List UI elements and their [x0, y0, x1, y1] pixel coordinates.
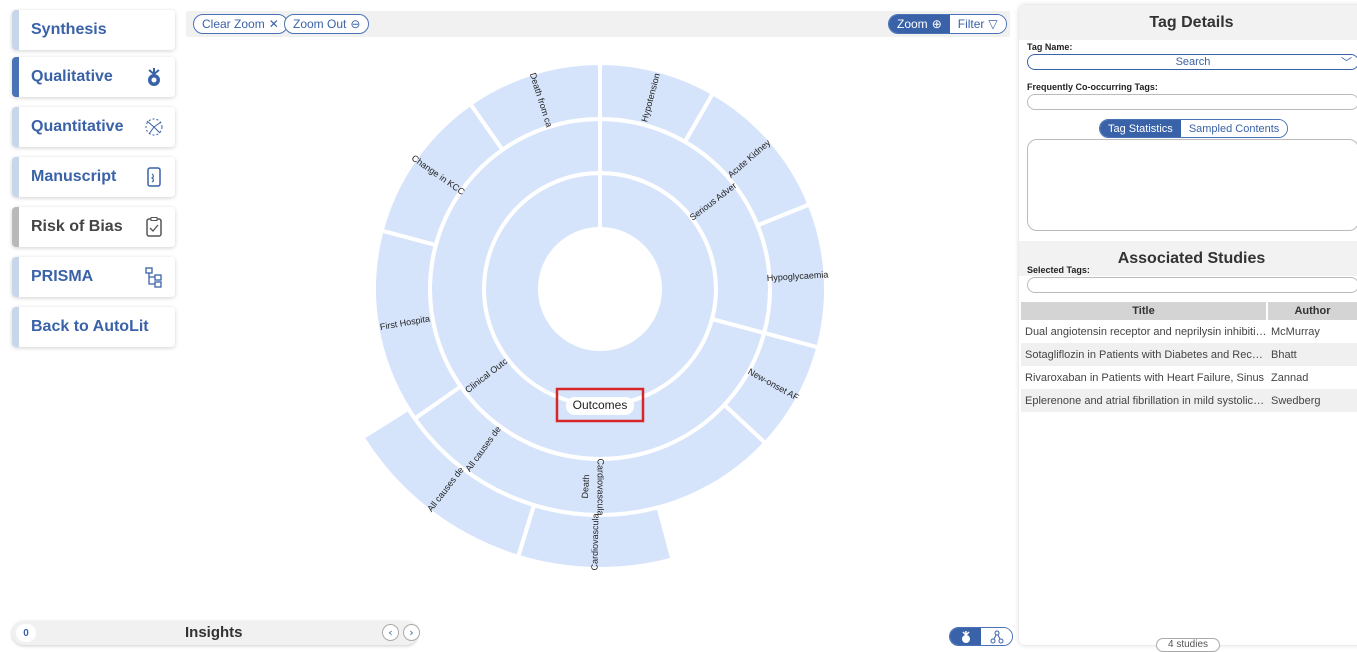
nav-indicator: [12, 57, 19, 97]
sunburst-view-icon: [961, 630, 970, 643]
nav-indicator: [12, 107, 19, 147]
clear-zoom-label: Clear Zoom: [202, 17, 265, 31]
study-author: Swedberg: [1267, 389, 1357, 412]
zoom-filter-toggle: Zoom ⊕ Filter ▽: [888, 14, 1007, 34]
selected-tags-field: [1027, 277, 1357, 293]
nav-label: Quantitative: [31, 118, 124, 135]
nav-indicator: [12, 257, 19, 297]
study-author: McMurray: [1271, 325, 1320, 338]
tag-name-label: Tag Name:: [1027, 42, 1073, 52]
studies-table: Title Author Dual angiotensin receptor a…: [1021, 302, 1357, 412]
study-title: Eplerenone and atrial fibrillation in mi…: [1021, 389, 1267, 412]
study-author: Zannad: [1271, 371, 1309, 384]
sunburst-chart: Serious AdverClinical OutcHypotensionAcu…: [359, 60, 829, 571]
filter-icon: ▽: [988, 17, 998, 31]
study-title: Rivaroxaban in Patients with Heart Failu…: [1025, 371, 1265, 384]
flow-diagram-icon: [143, 266, 165, 288]
close-icon: ✕: [268, 17, 279, 31]
search-placeholder: Search: [1175, 56, 1211, 68]
study-title: Sotagliflozin in Patients with Diabetes …: [1021, 343, 1267, 366]
nav-label: Qualitative: [31, 68, 113, 85]
nav-manuscript[interactable]: Manuscript: [12, 157, 175, 197]
sunburst-segment-label: Cardiovascula: [596, 458, 606, 515]
network-view-button[interactable]: [981, 628, 1012, 645]
nav-label: Synthesis: [31, 21, 107, 38]
zoom-out-button[interactable]: Zoom Out ⊖: [284, 14, 370, 34]
study-author: Bhatt: [1267, 343, 1357, 366]
sunburst-segment-label: Cardiovascula: [589, 513, 600, 570]
chevron-down-icon: ﹀: [1341, 57, 1352, 69]
insights-count: 0: [16, 624, 36, 642]
table-row[interactable]: Eplerenone and atrial fibrillation in mi…: [1021, 389, 1357, 412]
nav-label: Back to AutoLit: [31, 318, 149, 335]
network-view-icon: [990, 630, 1003, 643]
study-title: Dual angiotensin receptor and neprilysin…: [1025, 325, 1267, 338]
nav-synthesis[interactable]: Synthesis: [12, 10, 175, 50]
nav-indicator: [12, 207, 19, 247]
previous-icon[interactable]: ‹: [382, 624, 399, 641]
document-icon: [143, 166, 165, 188]
insights-bar[interactable]: 0 Insights ‹ ›: [12, 621, 420, 645]
nav-quantitative[interactable]: Quantitative: [12, 107, 175, 147]
column-header-title[interactable]: Title: [1021, 302, 1267, 320]
zoom-out-label: Zoom Out: [293, 17, 347, 31]
nav-prisma[interactable]: PRISMA: [12, 257, 175, 297]
selected-tags-label: Selected Tags:: [1027, 265, 1090, 275]
tab-tag-statistics[interactable]: Tag Statistics: [1100, 120, 1181, 137]
next-icon[interactable]: ›: [403, 624, 420, 641]
nav-label: Manuscript: [31, 168, 117, 185]
nav-qualitative[interactable]: Qualitative: [12, 57, 175, 97]
nav-indicator: [12, 157, 19, 197]
tag-statistics-box: [1027, 139, 1357, 231]
table-row[interactable]: Rivaroxaban in Patients with Heart Failu…: [1021, 366, 1357, 389]
filter-toggle[interactable]: Filter ▽: [949, 15, 1006, 33]
table-header-row: Title Author: [1021, 302, 1357, 320]
nav-indicator: [12, 10, 19, 50]
filter-label: Filter: [957, 17, 985, 31]
zoom-out-icon: ⊖: [350, 17, 361, 31]
qualitative-chart-icon: [143, 66, 165, 88]
center-label[interactable]: Outcomes: [573, 398, 628, 412]
insights-nav: ‹ ›: [382, 624, 420, 641]
nav-risk-of-bias[interactable]: Risk of Bias: [12, 207, 175, 247]
tab-sampled-contents[interactable]: Sampled Contents: [1180, 120, 1288, 137]
clear-zoom-button[interactable]: Clear Zoom ✕: [193, 14, 288, 34]
cooccurring-tags-field: [1027, 94, 1357, 110]
chart-toolbar: Clear Zoom ✕ Zoom Out ⊖ Zoom ⊕ Filter ▽: [186, 11, 1010, 37]
study-count-badge: 4 studies: [1156, 638, 1220, 652]
cooccurring-label: Frequently Co-occurring Tags:: [1027, 82, 1158, 92]
nav-label: PRISMA: [31, 268, 94, 285]
nav-label: Risk of Bias: [31, 218, 123, 235]
clipboard-check-icon: [143, 216, 165, 238]
zoom-toggle[interactable]: Zoom ⊕: [889, 15, 950, 33]
zoom-in-icon: ⊕: [931, 17, 942, 31]
view-toggle: [949, 627, 1013, 646]
column-header-author[interactable]: Author: [1266, 302, 1357, 320]
insights-title: Insights: [185, 624, 243, 641]
table-row[interactable]: Sotagliflozin in Patients with Diabetes …: [1021, 343, 1357, 366]
table-row[interactable]: Dual angiotensin receptor and neprilysin…: [1021, 320, 1357, 343]
quantitative-burst-icon: [143, 116, 165, 138]
sunburst-view-button[interactable]: [950, 628, 981, 645]
nav-back-to-autolit[interactable]: Back to AutoLit: [12, 307, 175, 347]
sunburst-segment-label: Death: [580, 474, 592, 499]
stats-tabs: Tag Statistics Sampled Contents: [1099, 119, 1289, 138]
tag-details-title: Tag Details: [1019, 5, 1357, 40]
tag-search-select[interactable]: Search ﹀: [1027, 54, 1357, 70]
nav-indicator: [12, 307, 19, 347]
zoom-label: Zoom: [897, 17, 928, 31]
